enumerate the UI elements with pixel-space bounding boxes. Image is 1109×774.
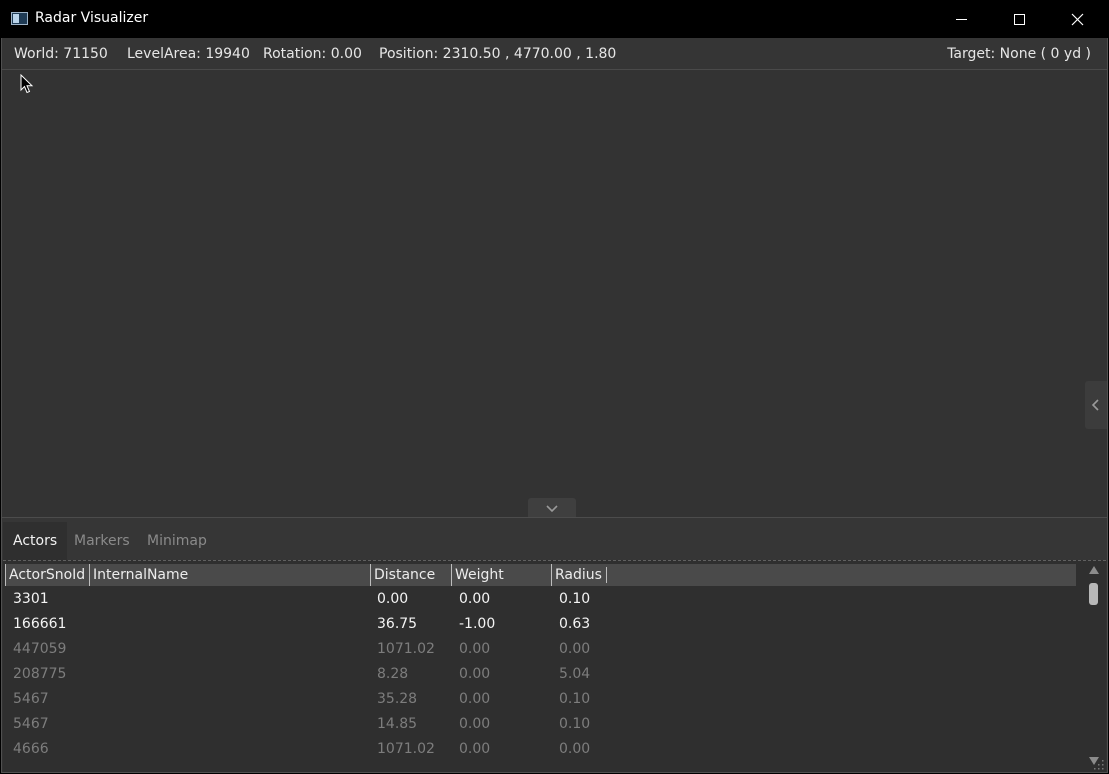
cell-distance: 35.28 [377,691,418,707]
actors-table[interactable]: ActorSnoId InternalName Distance Weight … [3,560,1106,772]
cell-distance: 0.00 [377,591,409,607]
resize-grip-icon[interactable] [1094,760,1104,770]
cell-radius: 0.63 [559,616,591,632]
tab-markers[interactable]: Markers [64,522,140,560]
status-info-bar: World: 71150 LevelArea: 19940 Rotation: … [2,38,1107,70]
cell-radius: 5.04 [559,666,591,682]
column-header-actorsnoid[interactable]: ActorSnoId [5,564,85,586]
cell-weight: 0.00 [459,741,491,757]
world-readout: World: 71150 [14,46,108,62]
close-button[interactable] [1048,0,1106,38]
chevron-left-icon [1091,399,1099,411]
cell-actorsnoid: 3301 [13,591,49,607]
cell-radius: 0.10 [559,691,591,707]
cell-weight: 0.00 [459,691,491,707]
minimize-icon [955,18,967,20]
cell-actorsnoid: 166661 [13,616,67,632]
vertical-scrollbar[interactable] [1086,564,1104,770]
target-readout: Target: None ( 0 yd ) [947,46,1091,62]
main-frame: World: 71150 LevelArea: 19940 Rotation: … [1,38,1108,773]
table-row[interactable]: 208775 8.28 0.00 5.04 [3,663,1076,688]
cell-weight: 0.00 [459,716,491,732]
chevron-down-icon [546,505,558,513]
table-row[interactable]: 5467 14.85 0.00 0.10 [3,713,1076,738]
table-row[interactable]: 4666 1071.02 0.00 0.00 [3,738,1076,763]
cell-radius: 0.00 [559,741,591,757]
cell-radius: 0.00 [559,641,591,657]
column-header-weight[interactable]: Weight [451,564,504,586]
table-row[interactable]: 447059 1071.02 0.00 0.00 [3,638,1076,663]
rotation-readout: Rotation: 0.00 [263,46,362,62]
close-icon [1071,13,1083,25]
tab-strip: Actors Markers Minimap [2,518,1107,560]
cell-actorsnoid: 5467 [13,716,49,732]
cell-radius: 0.10 [559,716,591,732]
cell-distance: 1071.02 [377,641,435,657]
scrollbar-thumb[interactable] [1089,583,1098,605]
cell-actorsnoid: 5467 [13,691,49,707]
cell-distance: 1071.02 [377,741,435,757]
cell-actorsnoid: 447059 [13,641,67,657]
cell-weight: 0.00 [459,641,491,657]
cell-radius: 0.10 [559,591,591,607]
maximize-icon [1013,13,1025,25]
tab-minimap[interactable]: Minimap [137,522,217,560]
maximize-button[interactable] [990,0,1048,38]
level-area-readout: LevelArea: 19940 [127,46,250,62]
column-header-radius[interactable]: Radius [551,564,602,586]
column-divider[interactable] [606,567,607,583]
cell-weight: 0.00 [459,591,491,607]
tab-actors[interactable]: Actors [3,522,68,560]
cell-actorsnoid: 208775 [13,666,67,682]
window-title: Radar Visualizer [35,10,149,26]
app-window-icon [11,12,28,25]
table-row[interactable]: 5467 35.28 0.00 0.10 [3,688,1076,713]
cell-distance: 14.85 [377,716,418,732]
table-row[interactable]: 166661 36.75 -1.00 0.63 [3,613,1076,638]
table-header: ActorSnoId InternalName Distance Weight … [5,564,1076,586]
side-panel-toggle[interactable] [1085,381,1107,429]
cell-weight: 0.00 [459,666,491,682]
position-readout: Position: 2310.50 , 4770.00 , 1.80 [379,46,617,62]
radar-canvas[interactable] [2,71,1107,517]
cell-distance: 36.75 [377,616,418,632]
scroll-up-icon[interactable] [1089,566,1099,574]
cell-weight: -1.00 [459,616,496,632]
title-bar[interactable]: Radar Visualizer [0,0,1109,38]
column-header-distance[interactable]: Distance [370,564,435,586]
cell-distance: 8.28 [377,666,409,682]
mouse-cursor-icon [20,74,34,94]
minimize-button[interactable] [932,0,990,38]
column-header-internalname[interactable]: InternalName [89,564,188,586]
cell-actorsnoid: 4666 [13,741,49,757]
table-row[interactable]: 3301 0.00 0.00 0.10 [3,588,1076,613]
